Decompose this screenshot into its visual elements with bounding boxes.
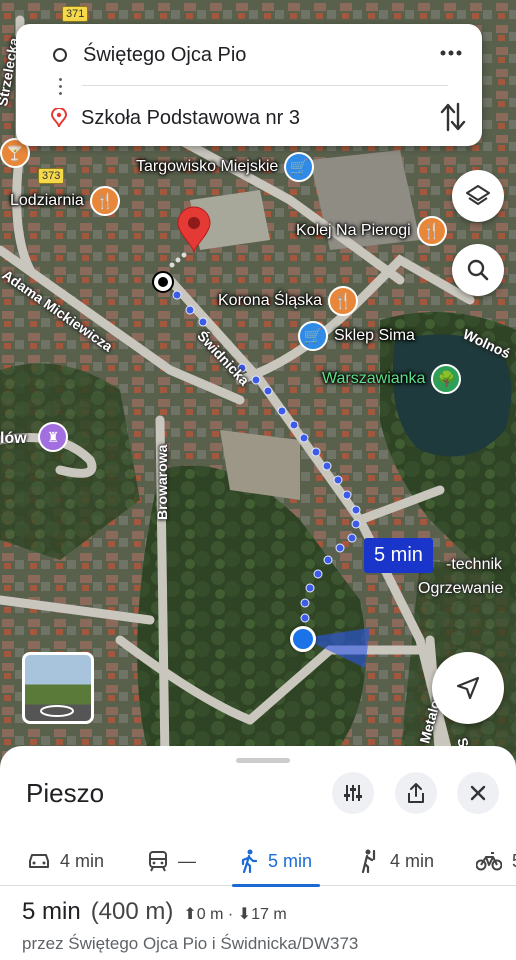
route-eta-badge: 5 min (364, 538, 433, 573)
route-duration: 5 min (22, 898, 81, 925)
origin-circle-icon (53, 48, 67, 62)
route-options-button[interactable] (332, 772, 374, 814)
route-summary[interactable]: 5 min (400 m) ⬆0 m · ⬇17 m (22, 898, 287, 926)
origin-field[interactable]: Świętego Ojca Pio (83, 44, 246, 67)
poi-label-technik: -technik (446, 556, 503, 573)
tab-cycling[interactable]: 5 (476, 836, 516, 886)
poi-korona-slaska[interactable]: 🍴 Korona Śląska (218, 286, 359, 316)
origin-marker (152, 271, 174, 293)
poi-targowisko[interactable]: 🛒 Targowisko Miejskie (136, 152, 315, 182)
share-button[interactable] (395, 772, 437, 814)
close-button[interactable] (457, 772, 499, 814)
car-icon (29, 854, 49, 868)
route-via-text: przez Świętego Ojca Pio i Świdnicka/DW37… (22, 934, 359, 953)
ride-hailing-icon (361, 849, 376, 873)
route-distance: (400 m) (90, 898, 174, 925)
layers-button[interactable] (452, 170, 504, 222)
landmark-icon[interactable]: ♜ (38, 422, 68, 452)
start-navigation-button[interactable] (432, 652, 504, 724)
share-icon (408, 783, 424, 803)
poi-lodziarnia[interactable]: 🍴 Lodziarnia (10, 186, 120, 216)
layers-icon (466, 185, 490, 205)
poi-sklep-sima[interactable]: 🛒 Sklep Sima (298, 321, 415, 351)
road-shield-373: 373 (38, 168, 65, 184)
more-options-button[interactable] (436, 38, 466, 68)
divider (82, 85, 448, 86)
poi-kolej-na-pierogi[interactable]: 🍴 Kolej Na Pierogi (296, 216, 447, 246)
origin-row[interactable]: Świętego Ojca Pio (16, 40, 246, 70)
tab-transit[interactable]: — (148, 836, 196, 886)
street-view-thumbnail[interactable] (22, 652, 94, 724)
poi-label-ogrzewanie: Ogrzewanie (418, 580, 504, 597)
shopping-cart-icon: 🛒 (284, 152, 315, 182)
travel-mode-title: Pieszo (26, 778, 105, 808)
street-label-low: lów (0, 430, 27, 447)
route-search-card: Świętego Ojca Pio Szkoła Podstawowa nr 3 (16, 24, 482, 146)
navigation-arrow-icon (456, 676, 480, 700)
more-horiz-icon (440, 50, 462, 56)
restaurant-icon: 🍴 (328, 286, 359, 316)
restaurant-icon: 🍴 (89, 186, 120, 216)
street-view-rotate-icon (40, 705, 74, 717)
location-pin-icon (51, 108, 67, 128)
tab-walking[interactable]: 5 min (231, 836, 321, 887)
swap-vertical-icon[interactable] (438, 100, 468, 134)
directions-sheet: Pieszo 4 min — 5 min 4 min 5 min (400 m)… (0, 746, 516, 960)
tab-ride-hailing[interactable]: 4 min (360, 836, 434, 886)
destination-row[interactable]: Szkoła Podstawowa nr 3 (16, 103, 300, 133)
park-icon: 🌳 (431, 364, 462, 394)
drag-handle[interactable] (236, 758, 290, 763)
travel-mode-tabs: 4 min — 5 min 4 min (0, 836, 516, 887)
walk-icon (241, 849, 258, 873)
destination-field[interactable]: Szkoła Podstawowa nr 3 (81, 107, 300, 130)
route-dots (59, 76, 62, 98)
street-label-browarowa: Browarowa (154, 444, 170, 520)
current-location-dot (290, 626, 316, 652)
search-button[interactable] (452, 244, 504, 296)
route-elevation: ⬆0 m · ⬇17 m (183, 906, 287, 923)
destination-pin-icon[interactable] (176, 206, 212, 254)
search-icon (467, 259, 489, 281)
transit-icon (149, 851, 167, 872)
bike-icon (476, 852, 502, 871)
poi-warszawianka[interactable]: 🌳 Warszawianka (322, 364, 462, 394)
close-icon (470, 785, 486, 801)
road-shield-371: 371 (62, 6, 89, 22)
restaurant-icon: 🍴 (416, 216, 447, 246)
shopping-cart-icon: 🛒 (298, 321, 328, 351)
tab-driving[interactable]: 4 min (28, 836, 104, 886)
tune-icon (344, 785, 362, 801)
